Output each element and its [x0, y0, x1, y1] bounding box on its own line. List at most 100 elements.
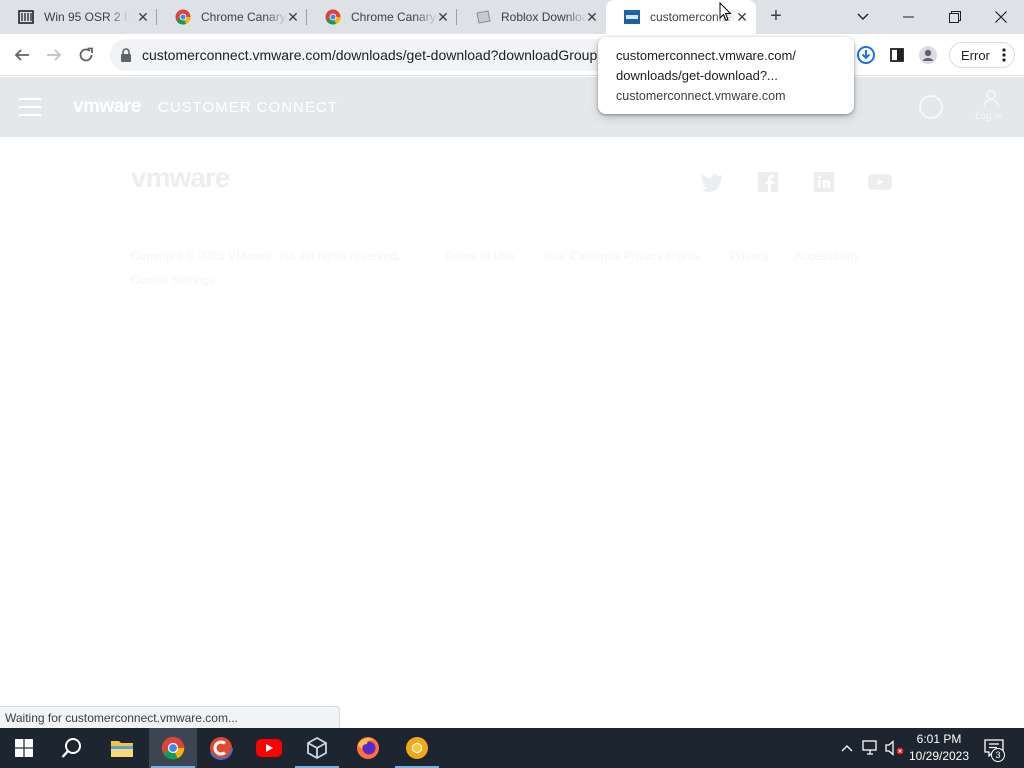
taskbar-youtube[interactable]: [245, 728, 293, 768]
accessibility-link[interactable]: Accessibility: [794, 249, 859, 263]
menu-dots-icon: [1002, 48, 1006, 62]
facebook-icon[interactable]: [756, 172, 780, 192]
volume-muted-icon: [885, 740, 904, 756]
download-button[interactable]: [852, 41, 880, 69]
windows-taskbar: 6:01 PM 10/29/2023 3: [0, 728, 1024, 768]
notification-badge: 3: [991, 748, 1005, 762]
close-tab-icon[interactable]: ✕: [435, 9, 451, 25]
hamburger-menu-icon[interactable]: [19, 98, 41, 116]
login-link[interactable]: Log In: [975, 111, 1003, 122]
vmware-header: vmware CUSTOMER CONNECT Log In: [0, 77, 1024, 137]
youtube-icon: [256, 739, 282, 757]
vmware-logo[interactable]: vmware: [73, 96, 141, 118]
minimize-icon: [903, 16, 914, 18]
chevron-down-icon: [857, 13, 869, 20]
close-tab-icon[interactable]: ✕: [734, 9, 750, 25]
search-icon: [61, 738, 81, 758]
close-tab-icon[interactable]: ✕: [135, 9, 151, 25]
vmware-favicon: [624, 9, 640, 25]
close-tab-icon[interactable]: ✕: [285, 9, 301, 25]
new-tab-button[interactable]: +: [764, 5, 788, 29]
chrome-icon: [161, 736, 185, 760]
footer-vmware-logo[interactable]: vmware: [131, 162, 230, 194]
network-icon: [862, 740, 877, 755]
close-window-button[interactable]: [978, 0, 1024, 34]
chevron-up-icon: [841, 745, 853, 752]
globe-icon[interactable]: [919, 95, 943, 119]
minimize-button[interactable]: [886, 0, 932, 34]
reload-button[interactable]: [72, 41, 100, 69]
windows-start-icon: [15, 739, 33, 757]
browser-toolbar: customerconnect.vmware.com/downloads/get…: [0, 34, 1024, 76]
error-label: Error: [961, 47, 990, 63]
hover-card-title-line2: downloads/get-download?...: [616, 68, 778, 83]
clock-time: 6:01 PM: [916, 732, 962, 746]
tab-strip: Win 95 OSR 2 ISO ✕ Chrome Canary ✕ Chrom…: [0, 0, 1024, 34]
profile-button[interactable]: [914, 41, 942, 69]
tab-win95[interactable]: Win 95 OSR 2 ISO ✕: [0, 0, 157, 34]
taskbar-file-explorer[interactable]: [98, 728, 146, 768]
download-icon: [857, 46, 875, 64]
clock-date: 10/29/2023: [908, 749, 970, 763]
volume-button[interactable]: [884, 728, 906, 768]
tab-customerconnect[interactable]: customerconnect.vmware.com ✕: [606, 0, 756, 34]
show-hidden-icons-button[interactable]: [837, 728, 857, 768]
action-center-button[interactable]: 3: [980, 728, 1008, 768]
taskbar-virtualbox[interactable]: [293, 728, 341, 768]
file-explorer-icon: [111, 741, 133, 757]
linkedin-icon[interactable]: [812, 172, 836, 192]
user-icon[interactable]: [982, 89, 1000, 107]
taskbar-chrome-canary[interactable]: [393, 728, 441, 768]
chrome-canary-icon: [406, 737, 428, 759]
taskbar-clock[interactable]: 6:01 PM 10/29/2023: [904, 731, 974, 765]
roblox-icon: [475, 9, 491, 25]
hover-card-title-line1: customerconnect.vmware.com/: [616, 48, 796, 63]
close-icon: [995, 11, 1007, 23]
privacy-link[interactable]: Privacy: [730, 249, 769, 263]
back-arrow-icon: [14, 49, 29, 61]
product-name: CUSTOMER CONNECT: [158, 99, 338, 116]
copyright-text: Copyright © 2023 VMware, Inc. All rights…: [131, 249, 400, 263]
avatar-icon: [919, 46, 937, 64]
tab-roblox[interactable]: Roblox Download ✕: [457, 0, 606, 34]
ccleaner-icon: [209, 736, 233, 760]
side-panel-icon: [890, 48, 904, 62]
profile-error-chip[interactable]: Error: [949, 42, 1015, 68]
taskbar-chrome[interactable]: [149, 728, 197, 768]
taskbar-ccleaner[interactable]: [197, 728, 245, 768]
search-button[interactable]: [48, 728, 96, 768]
reload-icon: [79, 47, 93, 62]
tab-hover-card: customerconnect.vmware.com/ downloads/ge…: [598, 37, 854, 114]
tab-title: Win 95 OSR 2 ISO: [44, 10, 130, 24]
taskbar-firefox[interactable]: [344, 728, 392, 768]
chrome-icon: [325, 9, 341, 25]
youtube-icon[interactable]: [868, 172, 892, 192]
tab-title: Roblox Download: [501, 10, 587, 24]
mouse-cursor-icon: [719, 2, 732, 22]
tab-chrome-canary-2[interactable]: Chrome Canary ✕: [307, 0, 457, 34]
forward-button[interactable]: [40, 41, 68, 69]
cookie-settings-link[interactable]: Cookie Settings: [131, 273, 215, 287]
archive-icon: [18, 9, 34, 25]
tab-title: Chrome Canary: [351, 10, 436, 24]
tab-title: Chrome Canary: [201, 10, 286, 24]
terms-of-use-link[interactable]: Terms of Use: [444, 249, 515, 263]
forward-arrow-icon: [47, 49, 62, 61]
restore-button[interactable]: [932, 0, 978, 34]
hover-card-domain: customerconnect.vmware.com: [616, 89, 786, 103]
side-panel-button[interactable]: [883, 41, 911, 69]
restore-icon: [949, 11, 961, 23]
tab-search-button[interactable]: [840, 0, 886, 34]
close-tab-icon[interactable]: ✕: [584, 9, 600, 25]
california-privacy-link[interactable]: Your California Privacy Rights: [542, 249, 700, 263]
network-button[interactable]: [860, 728, 882, 768]
tab-chrome-canary-1[interactable]: Chrome Canary ✕: [157, 0, 307, 34]
start-button[interactable]: [0, 728, 48, 768]
twitter-icon[interactable]: [700, 172, 724, 192]
status-bubble: Waiting for customerconnect.vmware.com..…: [0, 706, 340, 728]
lock-icon: [121, 48, 131, 62]
firefox-icon: [357, 737, 379, 759]
chrome-icon: [175, 9, 191, 25]
back-button[interactable]: [8, 41, 36, 69]
virtualbox-icon: [307, 736, 327, 760]
